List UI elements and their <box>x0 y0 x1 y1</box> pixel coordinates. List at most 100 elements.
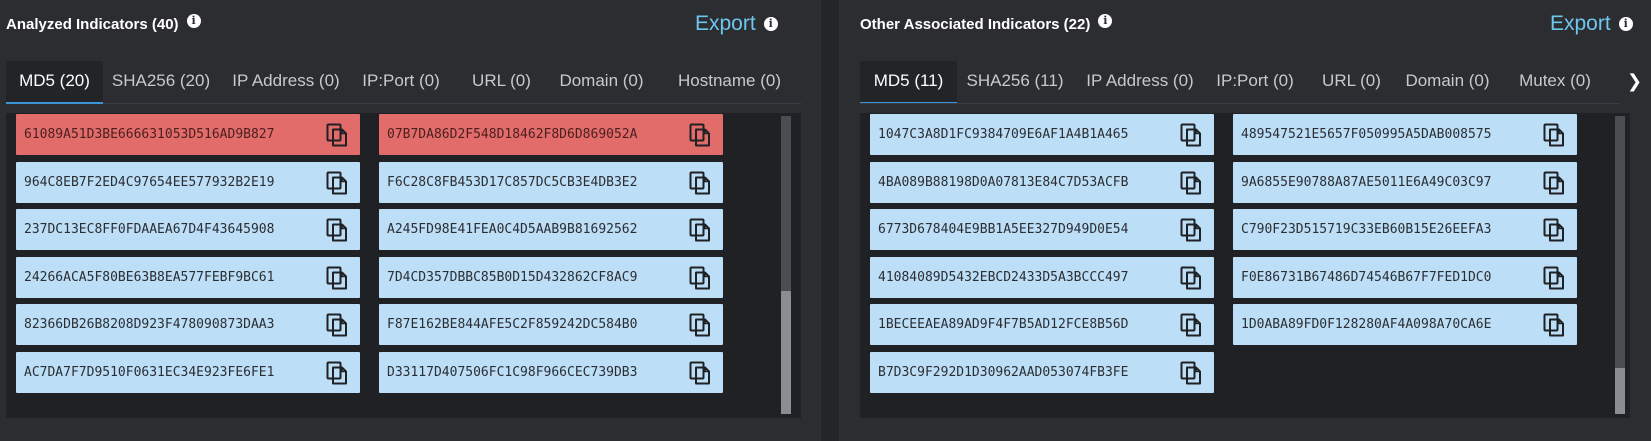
tab-md5[interactable]: MD5 (20) <box>6 61 103 104</box>
tab-url[interactable]: URL (0) <box>464 61 539 104</box>
copy-icon[interactable] <box>1543 218 1565 242</box>
copy-icon[interactable] <box>689 313 711 337</box>
tab-url[interactable]: URL (0) <box>1314 61 1389 103</box>
hash-item: 9A6855E90788A87AE5011E6A49C03C97 <box>1233 161 1577 203</box>
hash-item: A245FD98E41FEA0C4D5AAB9B81692562 <box>379 209 723 250</box>
copy-icon[interactable] <box>689 361 711 385</box>
hash-value: 6773D678404E9BB1A5EE327D949D0E54 <box>878 222 1129 237</box>
hash-value: AC7DA7F7D9510F0631EC34E923FE6FE1 <box>24 364 275 380</box>
copy-icon[interactable] <box>326 123 348 147</box>
hash-item: 1047C3A8D1FC9384709E6AF1A4B1A465 <box>870 114 1214 155</box>
analyzed-indicators-panel: Analyzed Indicators (40) i Export i MD5 (2… <box>0 0 821 441</box>
info-icon[interactable]: i <box>1618 17 1633 31</box>
hash-item: 489547521E5657F050995A5DAB008575 <box>1233 114 1577 155</box>
hash-value: 41084089D5432EBCD2433D5A3BCCC497 <box>878 269 1129 285</box>
copy-icon[interactable] <box>689 123 711 147</box>
hash-value: 7D4CD357DBBC85B0D15D432862CF8AC9 <box>387 269 638 285</box>
panel-title-text: Other Associated Indicators (22) <box>860 16 1091 33</box>
hash-value: 24266ACA5F80BE63B8EA577FEBF9BC61 <box>24 269 275 285</box>
tab-domain[interactable]: Domain (0) <box>1395 61 1500 103</box>
scrollbar[interactable] <box>781 116 791 414</box>
copy-icon[interactable] <box>1180 361 1202 385</box>
tab-ip-port[interactable]: IP:Port (0) <box>356 61 446 104</box>
tab-md5[interactable]: MD5 (11) <box>860 61 957 103</box>
hash-value: 9A6855E90788A87AE5011E6A49C03C97 <box>1241 174 1492 190</box>
copy-icon[interactable] <box>689 218 711 242</box>
tab-sha256[interactable]: SHA256 (20) <box>106 61 216 104</box>
copy-icon[interactable] <box>1180 266 1202 290</box>
indicator-tabs: MD5 (20) SHA256 (20) IP Address (0) IP:P… <box>6 61 801 104</box>
hash-list: 61089A51D3BE666631053D516AD9B827 07B7DA86… <box>6 113 801 418</box>
panel-divider <box>821 0 839 441</box>
copy-icon[interactable] <box>326 266 348 290</box>
copy-icon[interactable] <box>1543 171 1565 195</box>
tab-sha256[interactable]: SHA256 (11) <box>960 61 1070 103</box>
tab-domain[interactable]: Domain (0) <box>549 61 654 104</box>
scrollbar[interactable] <box>1615 116 1625 414</box>
copy-icon[interactable] <box>1180 123 1202 147</box>
export-button[interactable]: Export i <box>695 12 778 36</box>
tab-hostname[interactable]: Hostname (0) <box>662 61 797 104</box>
hash-item: 82366DB26B8208D923F478090873DAA3 <box>16 304 360 345</box>
copy-icon[interactable] <box>326 218 348 242</box>
hash-item: B7D3C9F292D1D30962AAD053074FB3FE <box>870 351 1214 393</box>
hash-value: D33117D407506FC1C98F966CEC739DB3 <box>387 364 638 380</box>
hash-value: 964C8EB7F2ED4C97654EE577932B2E19 <box>24 174 275 190</box>
tab-mutex[interactable]: Mutex (0) <box>1505 61 1605 103</box>
hash-item: 24266ACA5F80BE63B8EA577FEBF9BC61 <box>16 256 360 298</box>
hash-item: 6773D678404E9BB1A5EE327D949D0E54 <box>870 209 1214 250</box>
copy-icon[interactable] <box>689 171 711 195</box>
hash-item: D33117D407506FC1C98F966CEC739DB3 <box>379 351 723 393</box>
copy-icon[interactable] <box>1180 313 1202 337</box>
hash-value: 1BECEEAEA89AD9F4F7B5AD12FCE8B56D <box>878 317 1129 332</box>
hash-value: 82366DB26B8208D923F478090873DAA3 <box>24 317 275 332</box>
copy-icon[interactable] <box>326 313 348 337</box>
tab-ip-port[interactable]: IP:Port (0) <box>1210 61 1300 103</box>
copy-icon[interactable] <box>689 266 711 290</box>
hash-item: 1D0ABA89FD0F128280AF4A098A70CA6E <box>1233 304 1577 345</box>
hash-value: 61089A51D3BE666631053D516AD9B827 <box>24 127 275 142</box>
hash-value: 1047C3A8D1FC9384709E6AF1A4B1A465 <box>878 127 1129 142</box>
info-icon[interactable]: i <box>1098 14 1113 28</box>
chevron-right-icon[interactable]: ❯ <box>1627 71 1642 92</box>
hash-value: F6C28C8FB453D17C857DC5CB3E4DB3E2 <box>387 174 638 190</box>
hash-value: 1D0ABA89FD0F128280AF4A098A70CA6E <box>1241 317 1492 332</box>
scrollbar-thumb[interactable] <box>781 291 791 414</box>
info-icon[interactable]: i <box>186 14 201 28</box>
panel-title: Other Associated Indicators (22) i <box>860 14 1113 33</box>
hash-item: 41084089D5432EBCD2433D5A3BCCC497 <box>870 256 1214 298</box>
indicator-tabs: MD5 (11) SHA256 (11) IP Address (0) IP:P… <box>860 61 1620 104</box>
copy-icon[interactable] <box>1543 266 1565 290</box>
hash-value: 4BA089B88198D0A07813E84C7D53ACFB <box>878 174 1129 190</box>
hash-item: 1BECEEAEA89AD9F4F7B5AD12FCE8B56D <box>870 304 1214 345</box>
hash-value: 237DC13EC8FF0FDAAEA67D4F43645908 <box>24 222 275 237</box>
hash-item: 4BA089B88198D0A07813E84C7D53ACFB <box>870 161 1214 203</box>
copy-icon[interactable] <box>1543 123 1565 147</box>
hash-item: F6C28C8FB453D17C857DC5CB3E4DB3E2 <box>379 161 723 203</box>
copy-icon[interactable] <box>326 171 348 195</box>
hash-item: 61089A51D3BE666631053D516AD9B827 <box>16 114 360 155</box>
panel-title-text: Analyzed Indicators (40) <box>6 16 179 33</box>
hash-item: 7D4CD357DBBC85B0D15D432862CF8AC9 <box>379 256 723 298</box>
info-icon[interactable]: i <box>763 17 778 31</box>
hash-value: C790F23D515719C33EB60B15E26EEFA3 <box>1241 222 1492 237</box>
hash-item: 237DC13EC8FF0FDAAEA67D4F43645908 <box>16 209 360 250</box>
tab-ip-address[interactable]: IP Address (0) <box>1075 61 1205 103</box>
hash-item: 964C8EB7F2ED4C97654EE577932B2E19 <box>16 161 360 203</box>
panel-title: Analyzed Indicators (40) i <box>6 14 201 33</box>
hash-value: A245FD98E41FEA0C4D5AAB9B81692562 <box>387 222 638 237</box>
scrollbar-thumb[interactable] <box>1615 368 1625 414</box>
hash-list: 1047C3A8D1FC9384709E6AF1A4B1A465 48954752… <box>860 113 1630 418</box>
export-button[interactable]: Export i <box>1550 12 1633 36</box>
hash-value: 489547521E5657F050995A5DAB008575 <box>1241 127 1492 142</box>
copy-icon[interactable] <box>1180 218 1202 242</box>
hash-item: F87E162BE844AFE5C2F859242DC584B0 <box>379 304 723 345</box>
copy-icon[interactable] <box>1543 313 1565 337</box>
export-label: Export <box>695 12 756 35</box>
tab-ip-address[interactable]: IP Address (0) <box>221 61 351 104</box>
copy-icon[interactable] <box>1180 171 1202 195</box>
hash-value: 07B7DA86D2F548D18462F8D6D869052A <box>387 127 638 142</box>
copy-icon[interactable] <box>326 361 348 385</box>
hash-value: F87E162BE844AFE5C2F859242DC584B0 <box>387 317 638 332</box>
hash-item: AC7DA7F7D9510F0631EC34E923FE6FE1 <box>16 351 360 393</box>
